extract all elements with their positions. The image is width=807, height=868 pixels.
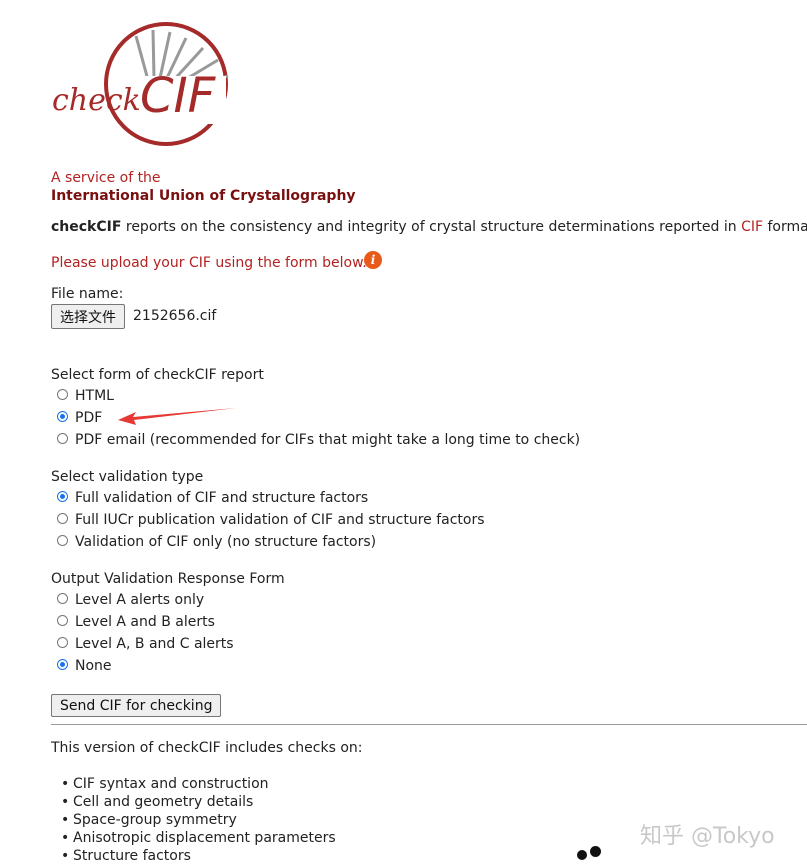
checkcif-logo: check CIF xyxy=(48,18,238,153)
radio-level-a[interactable] xyxy=(57,593,68,604)
selected-filename: 2152656.cif xyxy=(133,308,217,324)
intro-paragraph: checkCIF reports on the consistency and … xyxy=(51,219,807,235)
validation-type-heading: Select validation type xyxy=(51,469,204,485)
radio-cif-only[interactable] xyxy=(57,535,68,546)
iucr-name: International Union of Crystallography xyxy=(51,188,356,204)
list-item: Space-group symmetry xyxy=(51,811,336,829)
radio-html-label: HTML xyxy=(75,388,114,404)
intro-cif: CIF xyxy=(741,219,764,235)
intro-text: reports on the consistency and integrity… xyxy=(121,219,742,235)
divider xyxy=(51,724,807,725)
svg-text:CIF: CIF xyxy=(140,68,217,124)
radio-pdf-email[interactable] xyxy=(57,433,68,444)
radio-level-ab-label: Level A and B alerts xyxy=(75,614,215,630)
choose-file-button[interactable]: 选择文件 xyxy=(51,304,125,329)
file-label: File name: xyxy=(51,286,124,302)
radio-level-ab[interactable] xyxy=(57,615,68,626)
checkcif-logo-graphic: check CIF xyxy=(52,22,229,146)
list-item: Structure factors xyxy=(51,847,336,865)
send-cif-button[interactable]: Send CIF for checking xyxy=(51,694,222,717)
radio-full-validation-label: Full validation of CIF and structure fac… xyxy=(75,490,369,506)
radio-pdf-label: PDF xyxy=(75,410,103,426)
intro-tail: format. xyxy=(767,219,807,235)
checks-list: CIF syntax and construction Cell and geo… xyxy=(51,775,336,865)
radio-html[interactable] xyxy=(57,389,68,400)
radio-none-label: None xyxy=(75,658,112,674)
red-arrow-annotation xyxy=(118,408,236,425)
radio-level-abc-label: Level A, B and C alerts xyxy=(75,636,234,652)
radio-level-abc[interactable] xyxy=(57,637,68,648)
response-form-heading: Output Validation Response Form xyxy=(51,571,285,587)
version-text: This version of checkCIF includes checks… xyxy=(51,740,363,756)
info-icon[interactable]: i xyxy=(364,251,382,269)
intro-bold: checkCIF xyxy=(51,219,122,235)
loading-dot xyxy=(577,850,587,860)
list-item: Cell and geometry details xyxy=(51,793,336,811)
list-item: CIF syntax and construction xyxy=(51,775,336,793)
upload-notice: Please upload your CIF using the form be… xyxy=(51,255,367,271)
radio-cif-only-label: Validation of CIF only (no structure fac… xyxy=(75,534,377,550)
list-item: Anisotropic displacement parameters xyxy=(51,829,336,847)
radio-level-a-label: Level A alerts only xyxy=(75,592,205,608)
radio-pdf[interactable] xyxy=(57,411,68,422)
radio-pdf-email-label: PDF email (recommended for CIFs that mig… xyxy=(75,432,581,448)
report-form-heading: Select form of checkCIF report xyxy=(51,367,264,383)
radio-iucr-validation-label: Full IUCr publication validation of CIF … xyxy=(75,512,485,528)
radio-full-validation[interactable] xyxy=(57,491,68,502)
service-line: A service of the xyxy=(51,170,161,186)
radio-none[interactable] xyxy=(57,659,68,670)
radio-iucr-validation[interactable] xyxy=(57,513,68,524)
watermark: 知乎 @Tokyo xyxy=(640,824,775,849)
svg-text:check: check xyxy=(52,83,141,118)
loading-dot xyxy=(590,846,601,857)
loading-dots xyxy=(577,846,607,862)
